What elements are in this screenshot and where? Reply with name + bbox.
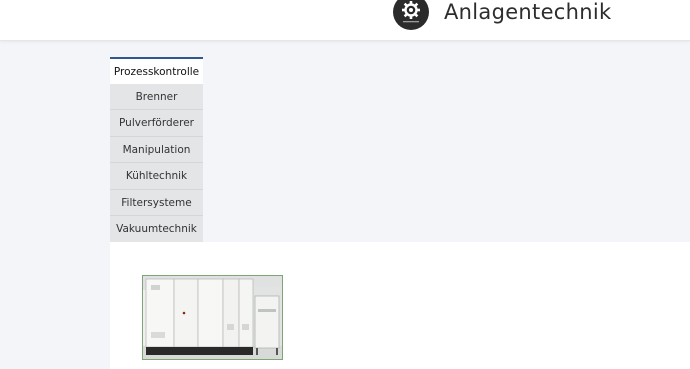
- tab-kuehltechnik[interactable]: Kühltechnik: [110, 163, 203, 190]
- tab-brenner[interactable]: Brenner: [110, 83, 203, 110]
- tab-prozesskontrolle[interactable]: Prozesskontrolle: [110, 57, 203, 84]
- logo[interactable]: [393, 0, 429, 30]
- control-cabinet-illustration: [143, 276, 282, 359]
- category-tabs: Prozesskontrolle Brenner Pulverförderer …: [110, 57, 203, 243]
- site-header: Anlagentechnik: [0, 0, 690, 41]
- gear-icon: [402, 1, 420, 23]
- tab-pulverfoerderer[interactable]: Pulverförderer: [110, 110, 203, 137]
- tab-manipulation[interactable]: Manipulation: [110, 136, 203, 163]
- control-cabinet-image[interactable]: [142, 275, 283, 360]
- tab-vakuumtechnik[interactable]: Vakuumtechnik: [110, 216, 203, 243]
- tab-content-panel: [110, 242, 690, 369]
- brand-title[interactable]: Anlagentechnik: [444, 0, 611, 24]
- tab-filtersysteme[interactable]: Filtersysteme: [110, 189, 203, 216]
